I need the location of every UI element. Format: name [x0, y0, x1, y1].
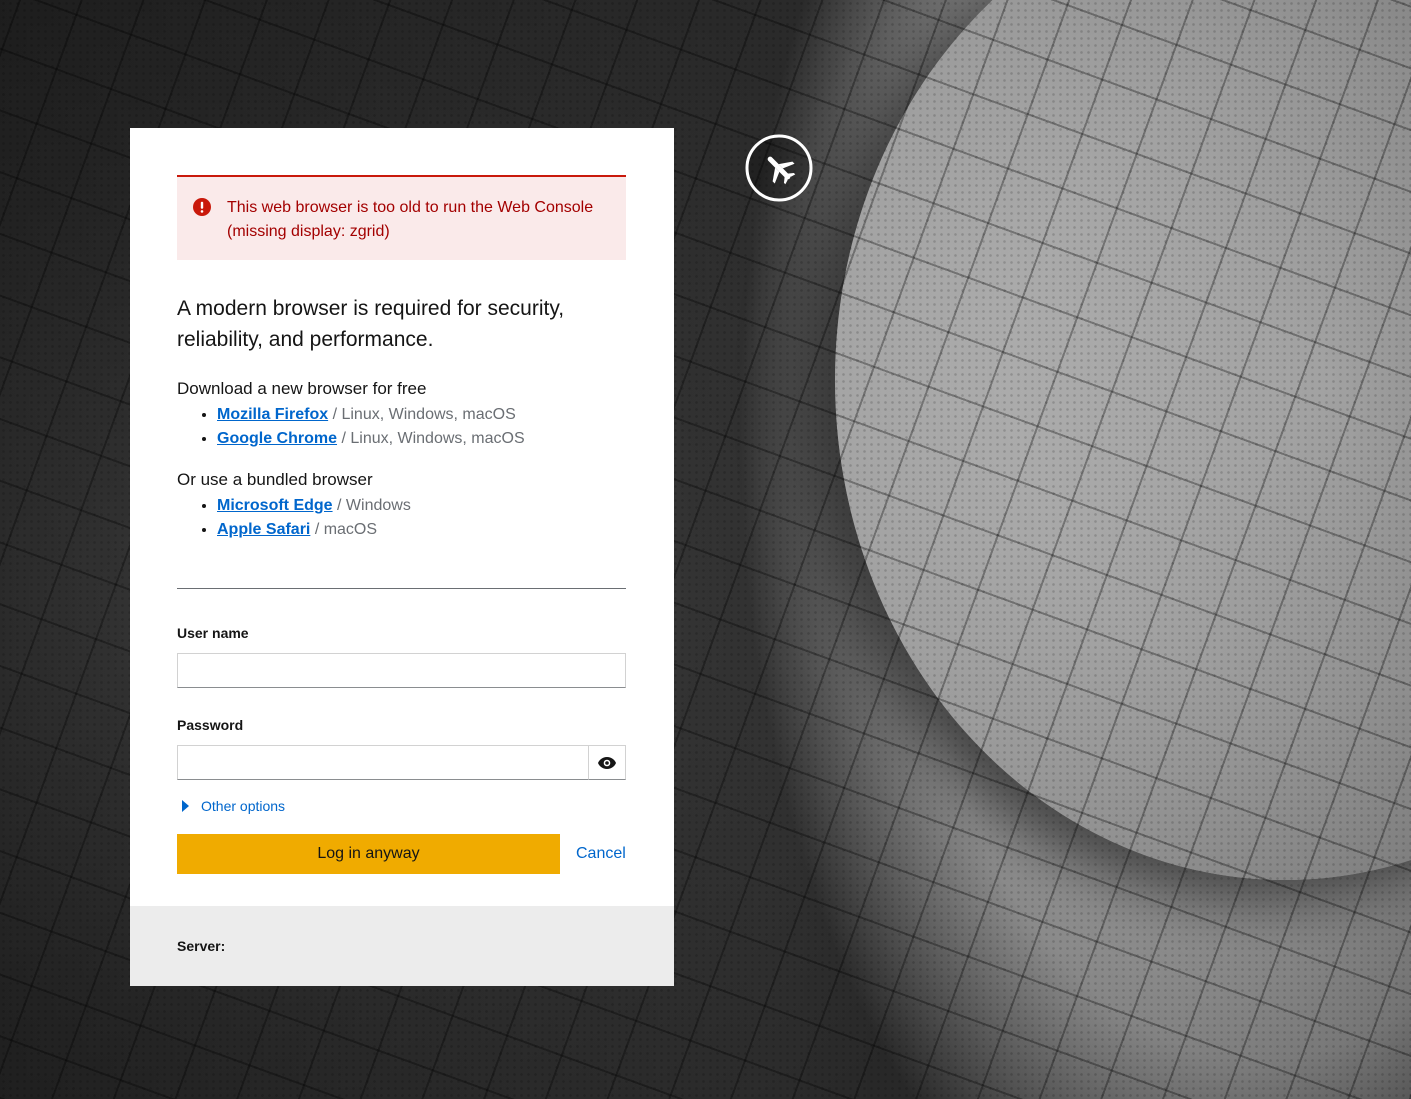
other-options-label: Other options [201, 798, 286, 814]
bundled-section-title: Or use a bundled browser [177, 470, 373, 489]
list-item: Apple Safari / macOS [217, 518, 626, 542]
username-input[interactable] [177, 653, 626, 688]
chrome-platforms: / Linux, Windows, macOS [341, 430, 525, 447]
firefox-platforms: / Linux, Windows, macOS [332, 406, 516, 423]
login-button[interactable]: Log in anyway [177, 834, 560, 874]
alert-message: This web browser is too old to run the W… [227, 199, 594, 240]
server-label: Server: [177, 938, 226, 954]
list-item: Google Chrome / Linux, Windows, macOS [217, 427, 626, 451]
firefox-link[interactable]: Mozilla Firefox [217, 406, 328, 423]
download-section-title: Download a new browser for free [177, 379, 427, 398]
cancel-button[interactable]: Cancel [576, 845, 626, 863]
username-label: User name [177, 625, 249, 641]
section-divider [177, 588, 626, 589]
edge-platforms: / Windows [337, 497, 411, 514]
airplane-logo-icon [744, 133, 814, 203]
safari-link[interactable]: Apple Safari [217, 521, 310, 538]
password-label: Password [177, 717, 244, 733]
password-field-group [177, 745, 626, 780]
show-password-button[interactable] [589, 745, 626, 780]
login-card: This web browser is too old to run the W… [130, 128, 674, 986]
eye-icon [598, 756, 616, 769]
page-headline: A modern browser is required for securit… [177, 297, 565, 351]
chrome-link[interactable]: Google Chrome [217, 430, 337, 447]
caret-right-icon [182, 800, 189, 812]
download-browser-list: Mozilla Firefox / Linux, Windows, macOS … [177, 403, 626, 451]
other-options-toggle[interactable]: Other options [177, 798, 626, 814]
safari-platforms: / macOS [314, 521, 378, 538]
login-actions: Log in anyway Cancel [177, 834, 626, 874]
password-input[interactable] [177, 745, 589, 780]
exclamation-circle-icon [193, 198, 211, 216]
edge-link[interactable]: Microsoft Edge [217, 497, 333, 514]
bundled-browser-list: Microsoft Edge / Windows Apple Safari / … [177, 494, 626, 542]
list-item: Mozilla Firefox / Linux, Windows, macOS [217, 403, 626, 427]
browser-warning-alert: This web browser is too old to run the W… [177, 175, 626, 260]
server-footer: Server: [130, 906, 674, 986]
list-item: Microsoft Edge / Windows [217, 494, 626, 518]
